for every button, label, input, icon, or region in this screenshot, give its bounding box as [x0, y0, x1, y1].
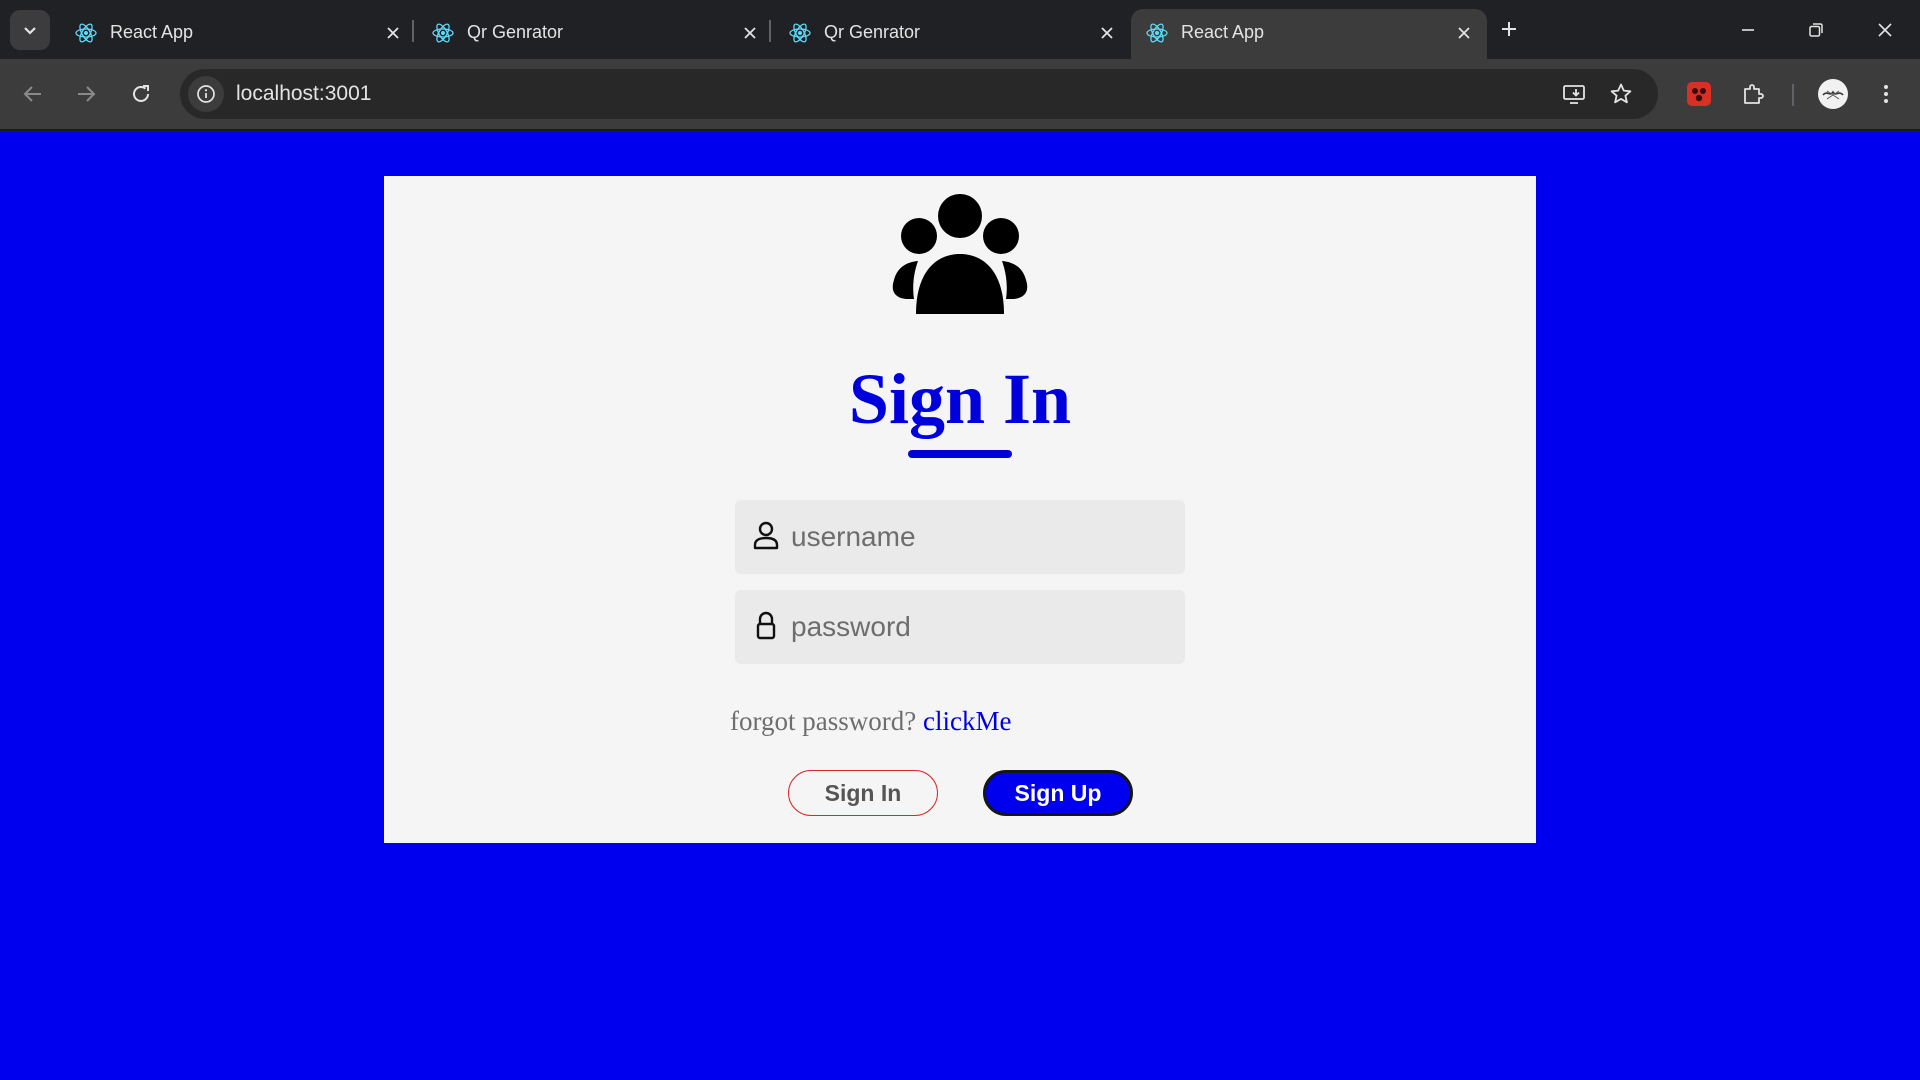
tab-divider	[769, 20, 771, 42]
react-favicon-icon	[432, 23, 454, 43]
install-icon	[1563, 85, 1585, 104]
info-icon	[197, 85, 215, 103]
sign-in-button[interactable]: Sign In	[788, 770, 938, 816]
menu-button[interactable]	[1868, 76, 1904, 112]
sign-up-button[interactable]: Sign Up	[983, 770, 1133, 816]
minimize-icon	[1742, 29, 1754, 31]
tab-divider	[412, 20, 414, 42]
close-icon[interactable]	[737, 20, 763, 46]
extension-button[interactable]	[1681, 76, 1717, 112]
users-group-icon	[892, 194, 1028, 314]
minimize-button[interactable]	[1725, 12, 1771, 48]
close-icon	[1878, 23, 1892, 37]
install-app-button[interactable]	[1558, 78, 1590, 110]
address-bar[interactable]: localhost:3001	[180, 69, 1658, 119]
username-field[interactable]	[735, 500, 1185, 574]
forgot-password-link[interactable]: clickMe	[923, 706, 1011, 736]
tab-title: React App	[110, 22, 194, 42]
new-tab-button[interactable]	[1492, 12, 1526, 46]
signin-card: Sign In forgot password? clickMe Sign In…	[384, 176, 1536, 843]
tab-title: Qr Genrator	[824, 22, 921, 42]
close-icon[interactable]	[1094, 20, 1120, 46]
tab-strip: React App Qr Genrator Qr Genrator React …	[0, 0, 1920, 59]
forgot-password-row: forgot password? clickMe	[730, 706, 1011, 737]
avatar-icon	[1818, 79, 1848, 109]
user-icon	[753, 521, 779, 550]
react-favicon-icon	[1146, 23, 1168, 43]
star-icon	[1610, 83, 1632, 104]
extension-red-icon	[1687, 82, 1711, 106]
arrow-right-icon	[78, 86, 96, 102]
tab-search-button[interactable]	[10, 10, 50, 50]
puzzle-icon	[1744, 84, 1764, 104]
arrow-left-icon	[23, 86, 41, 102]
back-button[interactable]	[15, 76, 51, 112]
close-window-button[interactable]	[1862, 12, 1908, 48]
extensions-button[interactable]	[1735, 76, 1771, 112]
browser-toolbar: localhost:3001	[0, 59, 1920, 129]
chevron-down-icon	[24, 27, 36, 35]
tab-title: Qr Genrator	[467, 22, 564, 42]
forward-button[interactable]	[68, 76, 104, 112]
tab-react-app-active[interactable]: React App	[1131, 9, 1487, 59]
close-icon[interactable]	[380, 20, 406, 46]
page-title: Sign In	[848, 359, 1072, 439]
plus-icon	[1502, 22, 1516, 36]
title-underline	[908, 450, 1012, 458]
url-text[interactable]: localhost:3001	[236, 82, 371, 106]
site-info-button[interactable]	[188, 76, 224, 112]
forgot-password-label: forgot password?	[730, 706, 917, 736]
tab-title: React App	[1181, 22, 1265, 42]
username-input[interactable]	[791, 510, 1171, 564]
close-icon[interactable]	[1451, 20, 1477, 46]
password-input[interactable]	[791, 600, 1171, 654]
react-favicon-icon	[75, 23, 97, 43]
page-viewport: Sign In forgot password? clickMe Sign In…	[0, 131, 1920, 1080]
reload-icon	[133, 85, 149, 102]
password-field[interactable]	[735, 590, 1185, 664]
toolbar-divider	[1792, 84, 1794, 106]
restore-button[interactable]	[1793, 12, 1839, 48]
profile-button[interactable]	[1815, 76, 1851, 112]
more-vertical-icon	[1884, 85, 1888, 103]
tab-qr-genrator-2[interactable]: Qr Genrator	[774, 9, 1130, 59]
react-favicon-icon	[789, 23, 811, 43]
reload-button[interactable]	[123, 76, 159, 112]
lock-icon	[756, 611, 776, 640]
restore-icon	[1809, 23, 1823, 37]
tab-qr-genrator-1[interactable]: Qr Genrator	[417, 9, 773, 59]
tab-react-app-1[interactable]: React App	[60, 9, 416, 59]
bookmark-button[interactable]	[1605, 78, 1637, 110]
